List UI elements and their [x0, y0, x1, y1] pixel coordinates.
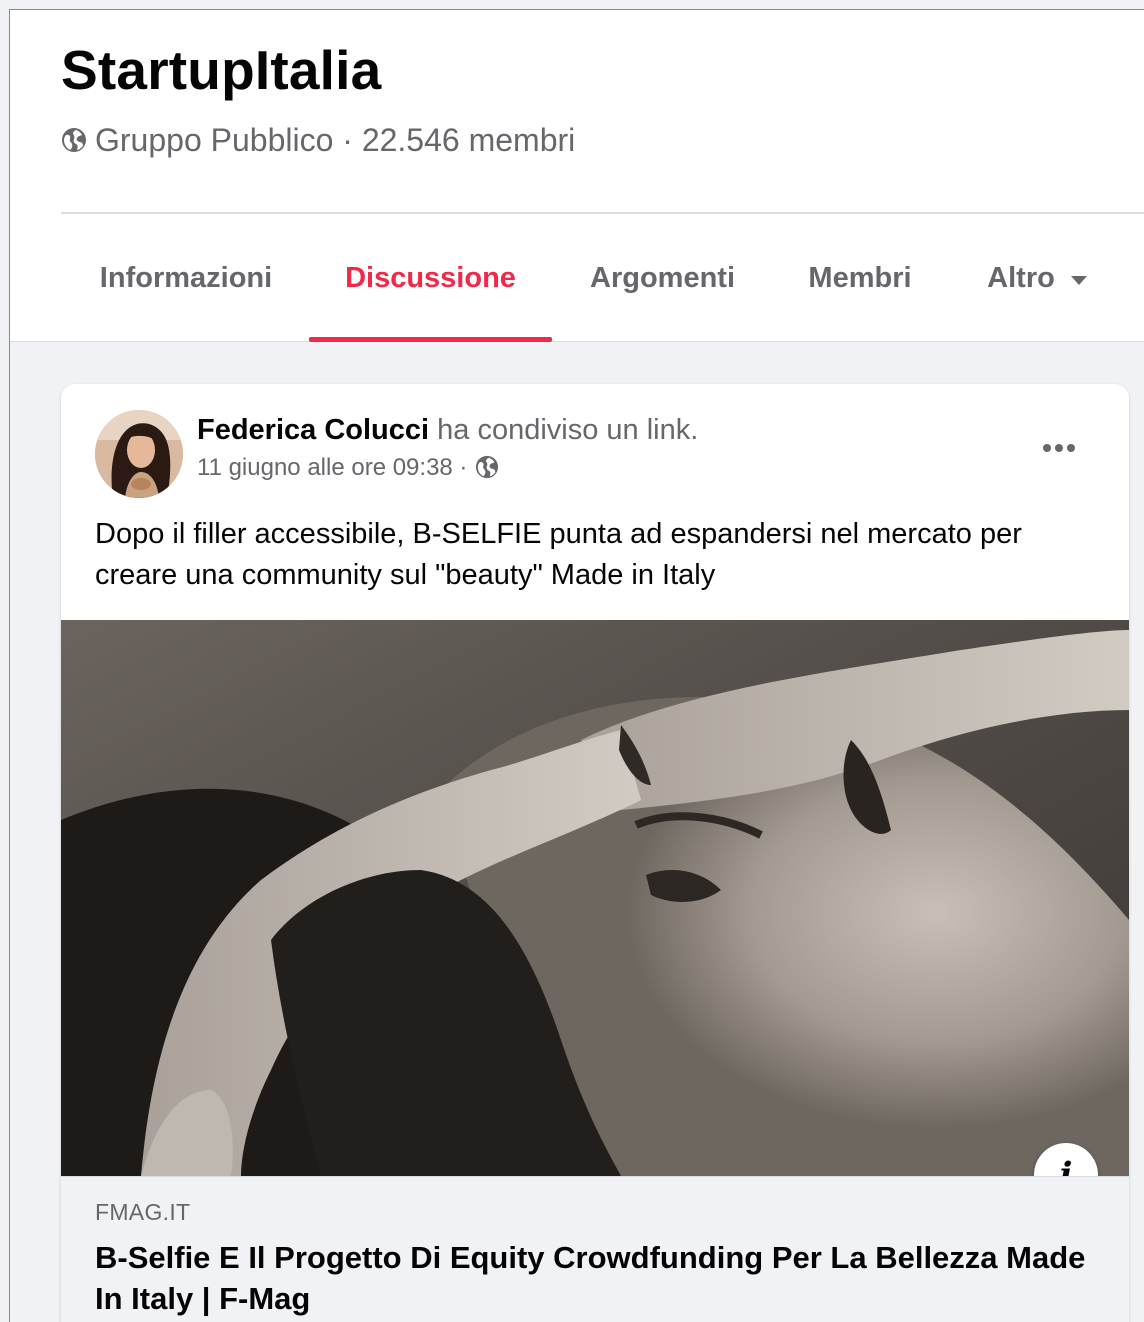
- feed-post: Federica Colucci ha condiviso un link. 1…: [61, 384, 1129, 1322]
- post-header-line: Federica Colucci ha condiviso un link.: [197, 414, 698, 447]
- post-timestamp[interactable]: 11 giugno alle ore 09:38 ·: [197, 454, 467, 482]
- link-domain: FMAG.IT: [95, 1199, 191, 1225]
- tab-label: Argomenti: [590, 262, 735, 294]
- group-header: StartupItalia Gruppo Pubblico · 22.546 m…: [10, 10, 1144, 342]
- window-frame: StartupItalia Gruppo Pubblico · 22.546 m…: [9, 9, 1144, 1322]
- group-info: Gruppo Pubblico · 22.546 membri: [61, 122, 575, 159]
- tab-altro[interactable]: Altro: [982, 215, 1092, 342]
- privacy-label: Gruppo Pubblico: [95, 122, 334, 158]
- tab-argomenti[interactable]: Argomenti: [585, 215, 740, 342]
- member-count[interactable]: 22.546 membri: [362, 122, 575, 159]
- header-divider: [61, 212, 1144, 214]
- caret-down-icon: [1070, 275, 1087, 285]
- author-name[interactable]: Federica Colucci: [197, 414, 429, 446]
- group-tabs: Informazioni Discussione Argomenti Membr…: [10, 215, 1144, 342]
- link-preview-info[interactable]: FMAG.IT B-Selfie E Il Progetto Di Equity…: [61, 1176, 1129, 1322]
- link-preview-image[interactable]: [61, 620, 1129, 1176]
- more-options-button[interactable]: [1029, 428, 1089, 468]
- separator: ·: [333, 122, 362, 158]
- globe-icon: [62, 127, 86, 152]
- tab-label: Altro: [987, 262, 1055, 294]
- more-icon: [1043, 444, 1051, 452]
- tab-discussione[interactable]: Discussione: [309, 215, 552, 342]
- tab-membri[interactable]: Membri: [802, 215, 918, 342]
- globe-icon: [476, 455, 499, 479]
- tab-label: Informazioni: [99, 262, 273, 294]
- tab-label: Membri: [808, 262, 912, 294]
- post-text: Dopo il filler accessibile, B-SELFIE pun…: [95, 518, 1022, 591]
- avatar[interactable]: [95, 410, 183, 498]
- tab-label: Discussione: [345, 262, 516, 294]
- post-meta: 11 giugno alle ore 09:38 ·: [197, 454, 499, 482]
- tab-informazioni[interactable]: Informazioni: [96, 215, 276, 342]
- post-action: ha condiviso un link.: [437, 414, 699, 446]
- group-name[interactable]: StartupItalia: [61, 38, 381, 102]
- link-title[interactable]: B-Selfie E Il Progetto Di Equity Crowdfu…: [95, 1237, 1095, 1319]
